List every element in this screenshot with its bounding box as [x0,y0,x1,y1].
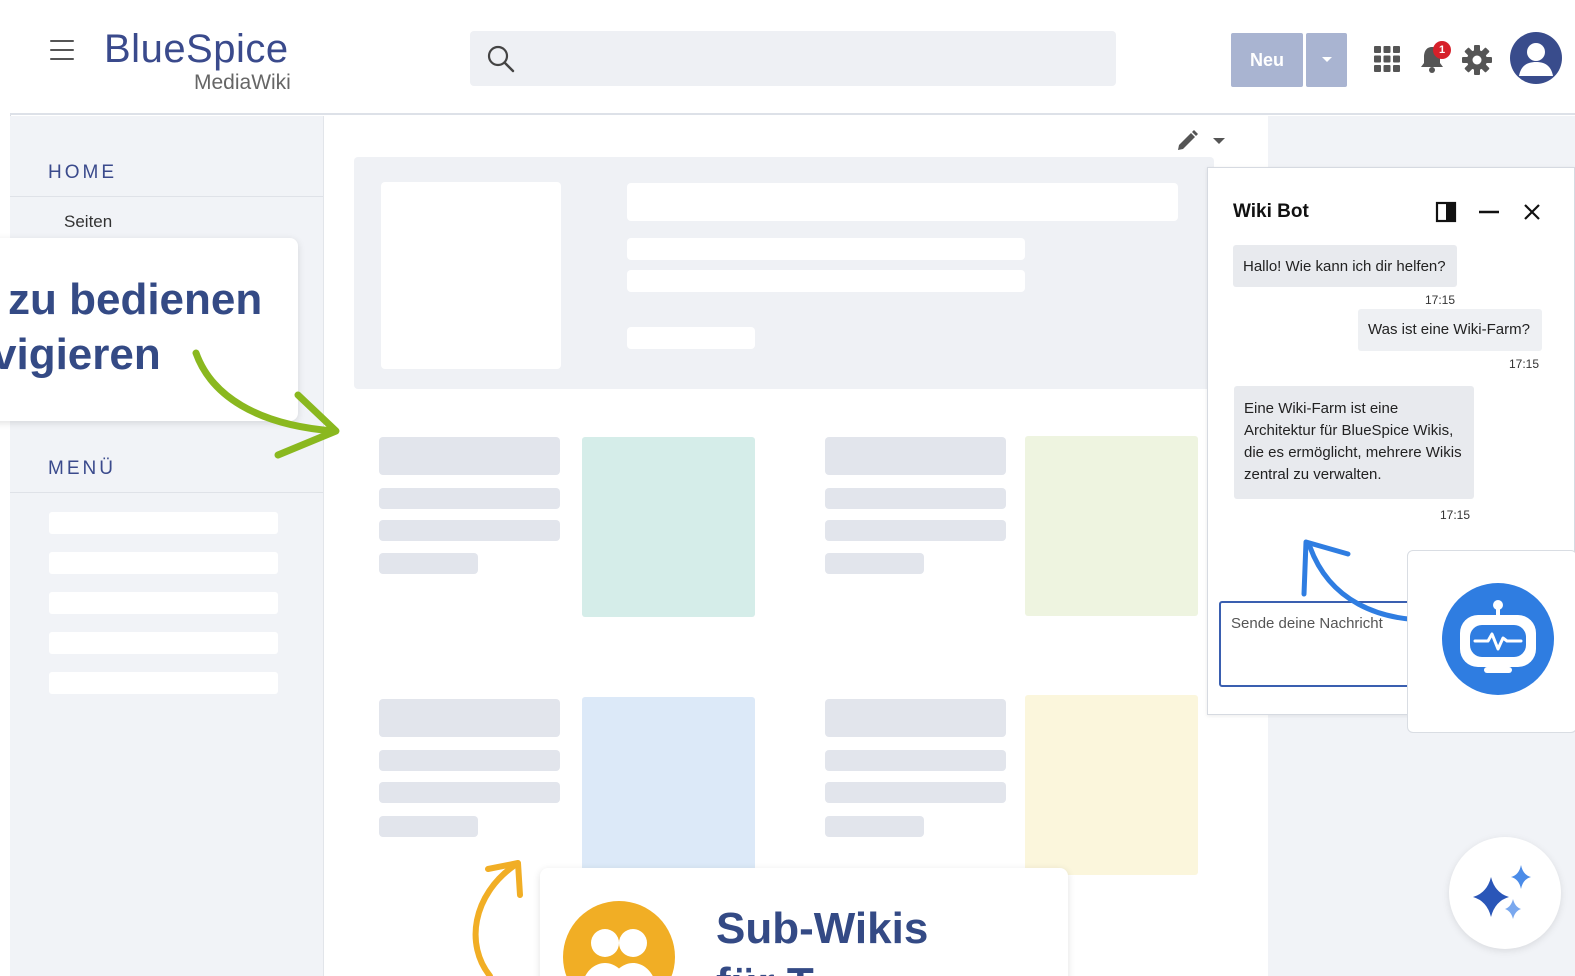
callout-title: Sub-Wikis [716,904,929,953]
close-icon[interactable] [1520,200,1544,224]
card-line-placeholder [379,553,478,574]
ai-assistant-button[interactable] [1449,837,1561,949]
card-line-placeholder [825,488,1006,509]
robot-icon [1460,600,1536,673]
gear-icon[interactable] [1461,44,1493,76]
hero-line-placeholder [627,238,1025,260]
sparkle-icon [1473,865,1531,919]
arrow-green-icon [192,349,340,459]
message-time: 17:15 [1425,293,1456,307]
sidebar-heading-menu: MENÜ [48,458,116,479]
card-title-placeholder [379,699,560,737]
card-title-placeholder [379,437,560,475]
card-line-placeholder [825,816,924,837]
sidebar-item-seiten[interactable]: Seiten [64,212,112,232]
logo-subtitle: MediaWiki [194,71,291,94]
bot-message-bubble: Eine Wiki-Farm ist eine Architektur für … [1234,386,1474,499]
sidebar-menu-placeholder[interactable] [49,552,278,574]
dock-panel-icon[interactable] [1434,200,1458,224]
card-line-placeholder [379,750,560,771]
minimize-icon[interactable] [1477,200,1501,224]
hero-title-placeholder [627,183,1178,221]
card-line-placeholder [825,782,1006,803]
card-image-placeholder [582,437,755,617]
card-line-placeholder [379,520,560,541]
users-icon [585,929,653,976]
sidebar-heading-home: HOME [48,162,117,183]
card-line-placeholder [379,488,560,509]
message-time: 17:15 [1509,357,1540,371]
arrow-orange-icon [472,860,523,976]
card-line-placeholder [825,520,1006,541]
card-line-placeholder [825,750,1006,771]
chevron-down-icon [1321,57,1332,62]
callout-line: zu bedienen [8,275,263,324]
card-line-placeholder [379,782,560,803]
card-line-placeholder [825,553,924,574]
notification-badge: 1 [1433,41,1451,59]
sidebar-divider [10,492,323,493]
card-title-placeholder [825,699,1006,737]
message-time: 17:15 [1440,508,1471,522]
search-input[interactable] [470,31,1116,86]
card-image-placeholder [582,697,755,877]
bot-title: Wiki Bot [1233,201,1309,222]
user-avatar-icon[interactable] [1510,32,1562,84]
search-icon [487,45,515,73]
sidebar-menu-placeholder[interactable] [49,672,278,694]
new-page-button[interactable]: Neu [1231,33,1303,87]
card-line-placeholder [379,816,478,837]
card-image-placeholder [1025,695,1198,875]
hero-line-placeholder [627,270,1025,292]
bot-message-bubble: Hallo! Wie kann ich dir helfen? [1233,245,1457,287]
hero-button-placeholder [627,327,755,349]
apps-grid-icon[interactable] [1373,45,1401,73]
new-page-dropdown-button[interactable] [1306,33,1347,87]
sub-wikis-icon [563,901,675,976]
caret-down-icon[interactable] [1212,136,1226,146]
sidebar-menu-placeholder[interactable] [49,632,278,654]
menu-icon[interactable] [50,40,74,60]
bot-launcher-button[interactable] [1442,583,1554,695]
sidebar-menu-placeholder[interactable] [49,512,278,534]
card-title-placeholder [825,437,1006,475]
callout-title: für T... [716,956,846,976]
sidebar-divider [10,196,323,197]
callout-line: vigieren [0,330,161,379]
edit-pencil-icon[interactable] [1174,128,1200,154]
sidebar-menu-placeholder[interactable] [49,592,278,614]
logo-wordmark[interactable]: BlueSpice [104,27,289,72]
user-message-bubble: Was ist eine Wiki-Farm? [1358,309,1542,351]
hero-image-placeholder [381,182,561,369]
card-image-placeholder [1025,436,1198,616]
